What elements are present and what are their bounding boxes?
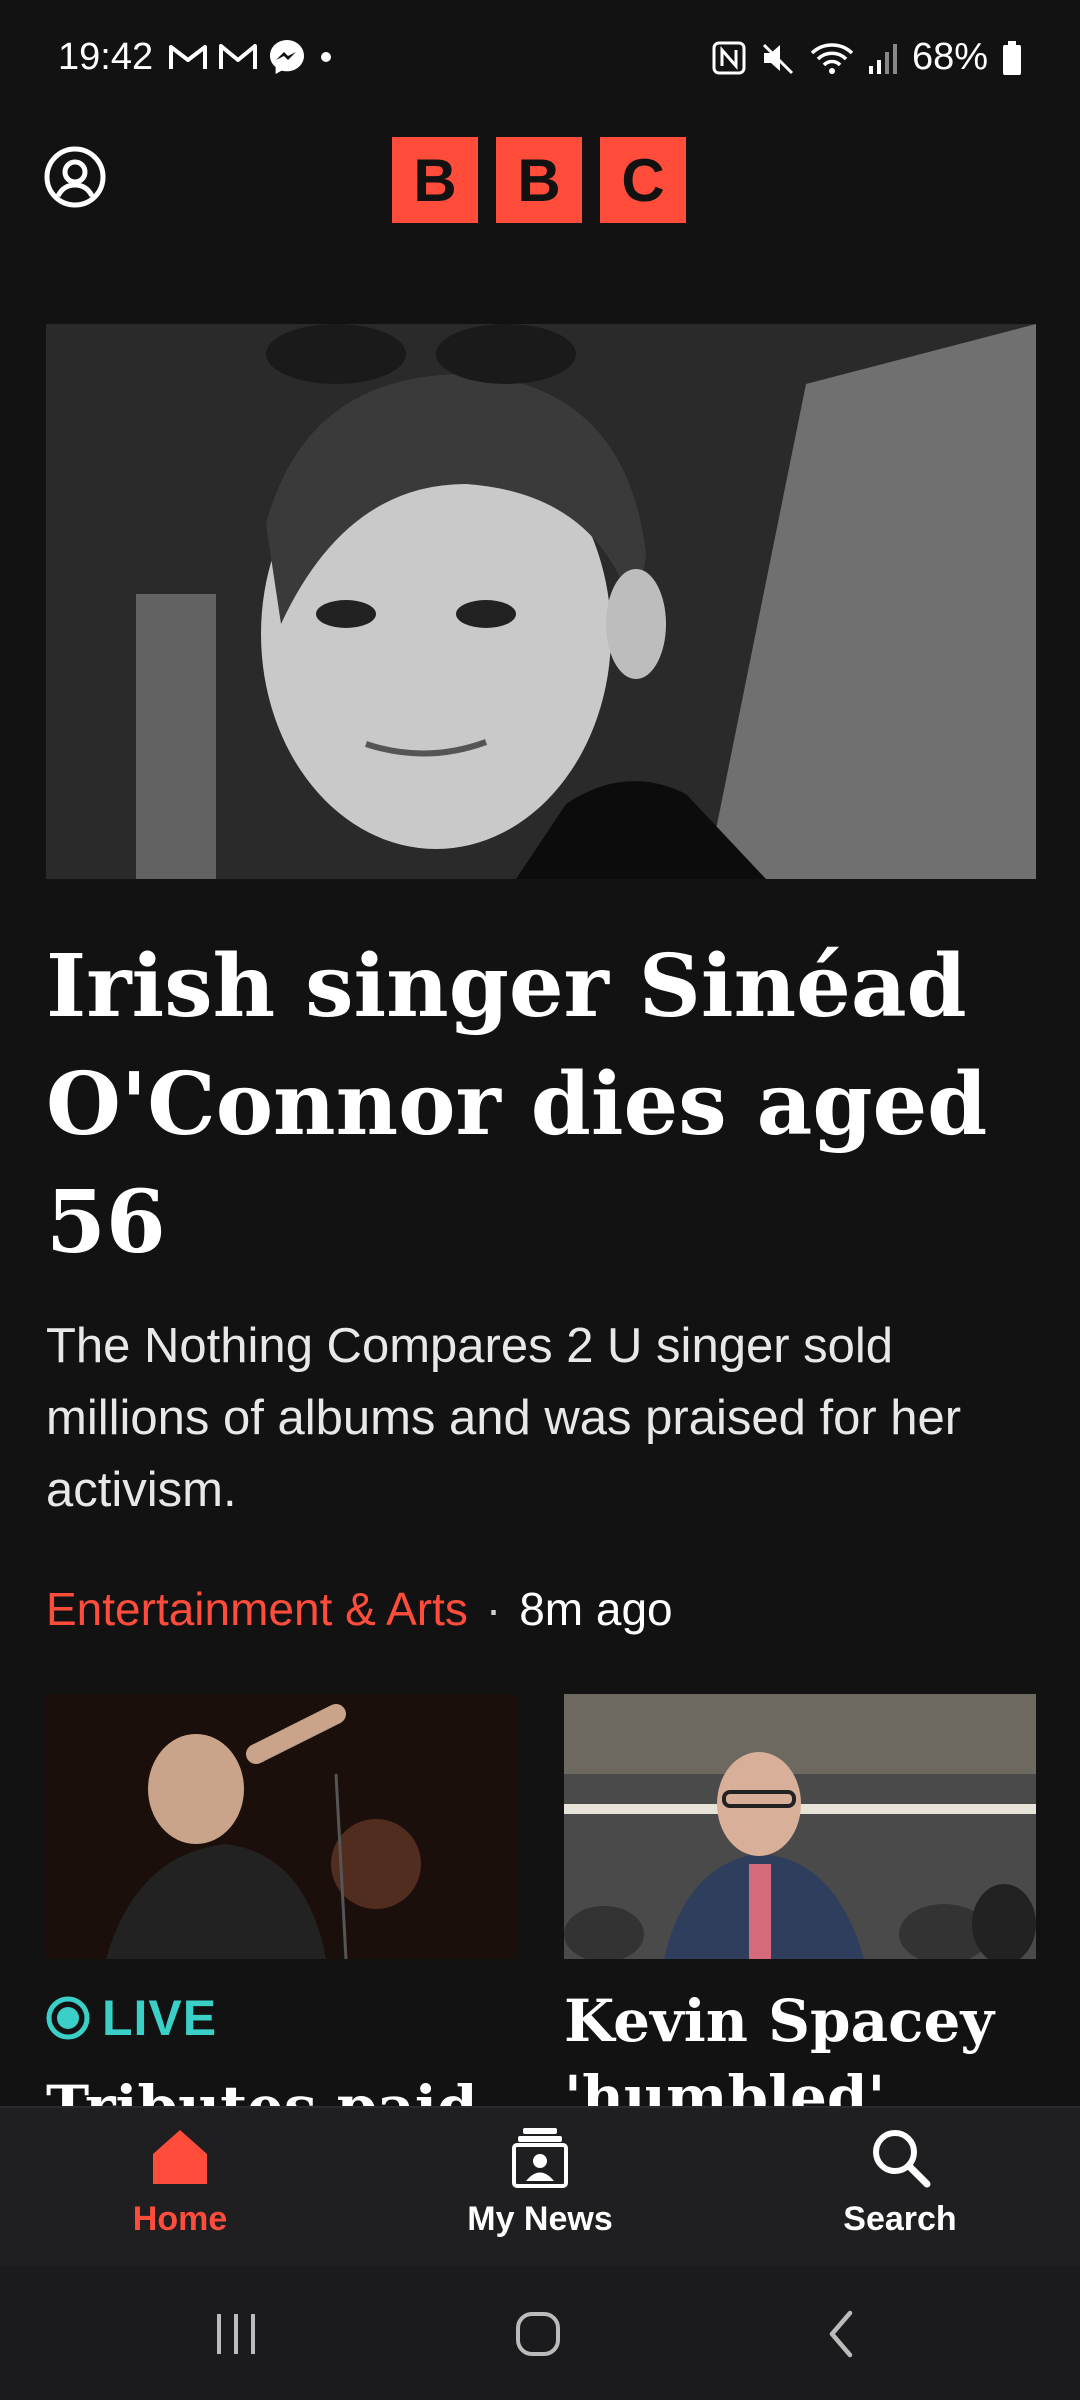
story-image — [564, 1694, 1036, 1959]
system-status: 68% — [712, 36, 1022, 79]
live-icon — [46, 1996, 90, 2040]
nav-my-news-tab[interactable]: My News — [430, 2126, 650, 2252]
dot-icon — [316, 47, 336, 67]
search-icon — [873, 2130, 931, 2188]
recent-apps-icon — [217, 2314, 255, 2354]
mute-icon — [760, 41, 796, 75]
nav-label: Search — [843, 2200, 957, 2238]
live-badge: LIVE — [102, 1990, 218, 2046]
gmail-icon — [168, 42, 208, 72]
portrait-photo — [46, 324, 1036, 879]
nav-label: Home — [132, 2200, 228, 2238]
live-indicator: LIVE — [46, 1989, 518, 2047]
hero-meta: Entertainment & Arts · 8m ago — [46, 1582, 673, 1636]
notification-icons — [168, 38, 336, 76]
battery-percentage: 68% — [911, 36, 988, 78]
logo-letter: C — [600, 137, 686, 223]
wifi-icon — [810, 41, 854, 75]
recent-apps-button[interactable] — [196, 2302, 276, 2366]
press-photo — [564, 1694, 1036, 1959]
nav-search-tab[interactable]: Search — [790, 2126, 1010, 2252]
my-news-icon — [512, 2128, 568, 2188]
battery-icon — [1002, 40, 1022, 75]
gmail-icon — [218, 42, 258, 72]
meta-separator: · — [485, 1583, 502, 1635]
hero-image[interactable] — [46, 324, 1036, 879]
system-home-button[interactable] — [498, 2302, 578, 2366]
messenger-icon — [268, 38, 306, 76]
account-icon — [44, 146, 106, 208]
status-time: 19:42 — [58, 36, 154, 78]
signal-icon — [868, 42, 898, 74]
home-circle-icon — [516, 2312, 560, 2356]
system-back-button[interactable] — [802, 2302, 882, 2366]
logo-letter: B — [392, 137, 478, 223]
timestamp: 8m ago — [519, 1583, 673, 1635]
hero-headline[interactable]: Irish singer Sinéad O'Connor dies aged 5… — [46, 928, 1036, 1282]
logo-letter: B — [496, 137, 582, 223]
home-icon — [153, 2130, 207, 2184]
status-bar: 19:42 68% — [0, 0, 1080, 118]
story-image — [46, 1694, 518, 1959]
hero-summary: The Nothing Compares 2 U singer sold mil… — [46, 1319, 962, 1517]
nav-home-tab[interactable]: Home — [70, 2126, 290, 2252]
back-chevron-icon — [829, 2310, 853, 2358]
nfc-icon — [712, 41, 746, 75]
category-link[interactable]: Entertainment & Arts — [46, 1582, 468, 1636]
bbc-logo: B B C — [392, 137, 686, 223]
singer-photo — [46, 1694, 518, 1959]
account-button[interactable] — [42, 144, 108, 210]
nav-label: My News — [467, 2200, 613, 2238]
